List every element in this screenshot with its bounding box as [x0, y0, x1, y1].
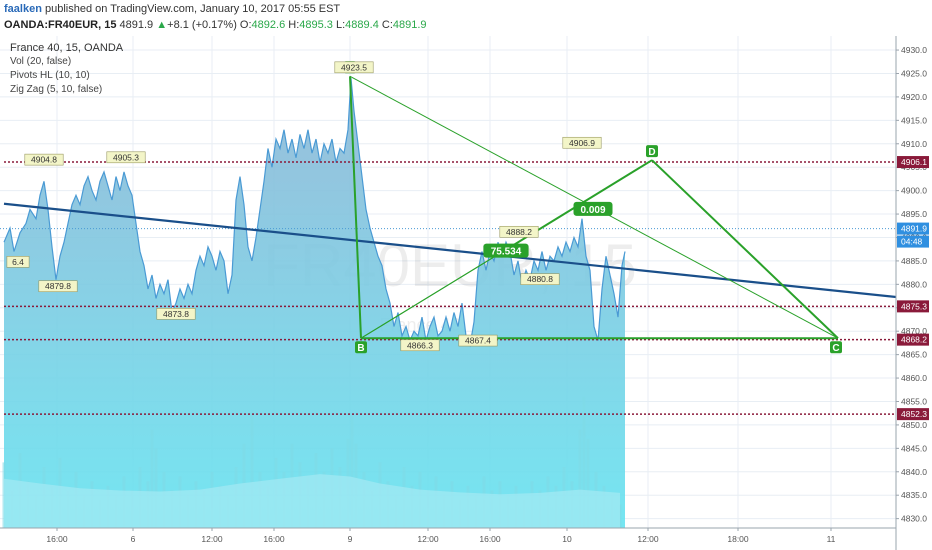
countdown-tag-label: 04:48 — [901, 237, 923, 247]
x-tick-label: 12:00 — [417, 534, 439, 544]
pivot-label: 4904.8 — [31, 155, 57, 165]
change-value: +8.1 (+0.17%) — [167, 19, 237, 31]
pivot-label: 4880.8 — [527, 274, 553, 284]
level-price-tag-label: 4906.1 — [901, 157, 927, 167]
x-tick-label: 6 — [131, 534, 136, 544]
last-price-value: 4891.9 — [119, 19, 154, 31]
x-tick-label: 12:00 — [201, 534, 223, 544]
chart-header: faalken published on TradingView.com, Ja… — [0, 0, 932, 36]
open-label: O: — [239, 19, 252, 31]
x-tick-label: 18:00 — [727, 534, 749, 544]
pivot-label: 4906.9 — [569, 138, 595, 148]
y-tick-label: 4900.0 — [901, 186, 927, 196]
high-value: 4895.3 — [299, 19, 333, 31]
y-tick-label: 4895.0 — [901, 209, 927, 219]
y-tick-label: 4865.0 — [901, 350, 927, 360]
author-link[interactable]: faalken — [4, 3, 42, 15]
y-tick-label: 4915.0 — [901, 115, 927, 125]
pattern-ratio-label: 75.534 — [491, 247, 522, 258]
ohlc-line: OANDA:FR40EUR, 15 4891.9 ▲+8.1 (+0.17%) … — [4, 19, 427, 31]
last-price-tag-label: 4891.9 — [901, 224, 927, 234]
legend-volume[interactable]: Vol (20, false) — [10, 56, 71, 67]
low-value: 4889.4 — [345, 19, 379, 31]
legend-title: France 40, 15, OANDA — [10, 42, 124, 54]
pivot-label: 4923.5 — [341, 62, 367, 72]
close-value: 4891.9 — [392, 19, 427, 31]
y-tick-label: 4885.0 — [901, 256, 927, 266]
price-chart[interactable]: FR40EUR, 15 France 40 ABDC75.5340.009 6.… — [0, 36, 932, 550]
pivot-label: 4888.2 — [506, 227, 532, 237]
y-tick-label: 4925.0 — [901, 68, 927, 78]
x-tick-label: 10 — [562, 534, 572, 544]
x-tick-label: 9 — [348, 534, 353, 544]
level-price-tag-label: 4875.3 — [901, 301, 927, 311]
legend-pivots[interactable]: Pivots HL (10, 10) — [10, 70, 90, 81]
y-tick-label: 4840.0 — [901, 467, 927, 477]
pivot-label: 4905.3 — [113, 152, 139, 162]
open-value: 4892.6 — [251, 19, 286, 31]
y-tick-label: 4830.0 — [901, 514, 927, 524]
high-label: H: — [288, 19, 300, 31]
y-tick-label: 4930.0 — [901, 45, 927, 55]
x-tick-label: 16:00 — [46, 534, 68, 544]
y-tick-label: 4860.0 — [901, 373, 927, 383]
x-tick-label: 16:00 — [479, 534, 501, 544]
pattern-point-d-label: D — [648, 147, 655, 158]
pivot-label: 4866.3 — [407, 340, 433, 350]
symbol-label: OANDA:FR40EUR, 15 — [4, 19, 117, 31]
y-tick-label: 4920.0 — [901, 92, 927, 102]
published-text: published on TradingView.com, January 10… — [44, 3, 341, 15]
pattern-leg-dc[interactable] — [651, 159, 839, 339]
x-tick-label: 16:00 — [263, 534, 285, 544]
level-price-tag-label: 4868.2 — [901, 335, 927, 345]
low-label: L: — [335, 19, 346, 31]
change-arrow-icon: ▲ — [156, 19, 168, 31]
legend-zigzag[interactable]: Zig Zag (5, 10, false) — [10, 84, 102, 95]
pivot-label: 4867.4 — [465, 336, 491, 346]
pivot-label: 4879.8 — [45, 281, 71, 291]
close-label: C: — [381, 19, 393, 31]
y-tick-label: 4845.0 — [901, 443, 927, 453]
y-tick-label: 4855.0 — [901, 396, 927, 406]
pattern-point-c-label: C — [832, 343, 839, 354]
publish-line: faalken published on TradingView.com, Ja… — [4, 3, 340, 15]
pattern-point-b-label: B — [357, 343, 364, 354]
y-tick-label: 4835.0 — [901, 490, 927, 500]
pivot-label: 6.4 — [12, 257, 24, 267]
y-tick-label: 4850.0 — [901, 420, 927, 430]
level-price-tag-label: 4852.3 — [901, 409, 927, 419]
x-tick-label: 11 — [827, 534, 836, 544]
pattern-ratio-label: 0.009 — [580, 205, 605, 216]
pivot-label: 4873.8 — [163, 309, 189, 319]
y-tick-label: 4910.0 — [901, 139, 927, 149]
x-tick-label: 12:00 — [637, 534, 659, 544]
y-tick-label: 4880.0 — [901, 279, 927, 289]
